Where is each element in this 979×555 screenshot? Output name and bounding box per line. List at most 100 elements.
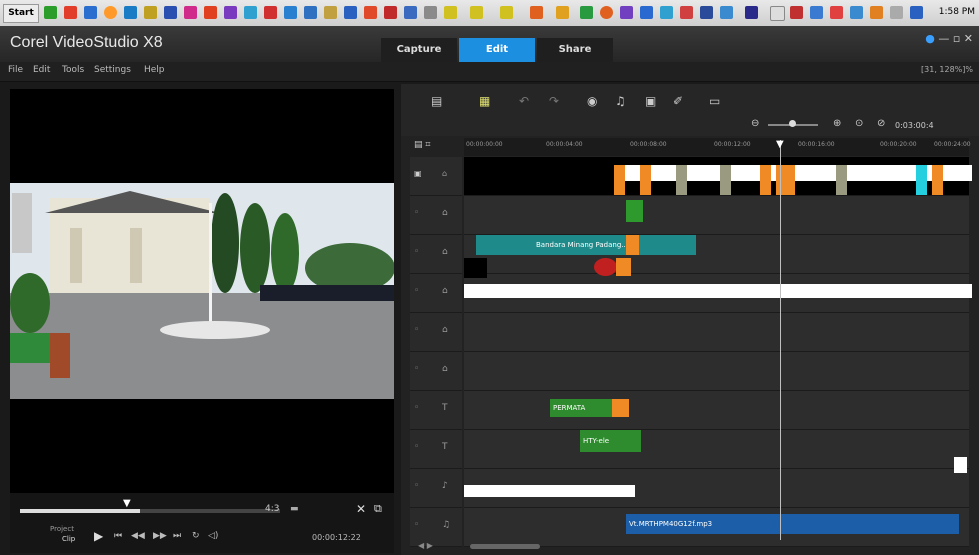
app-icon[interactable] — [850, 6, 863, 19]
app-icon[interactable] — [580, 6, 593, 19]
track-header-overlay[interactable]: ◦ ⌂ — [410, 196, 462, 235]
track-header-overlay[interactable]: ◦ ⌂ — [410, 352, 462, 391]
transition-marker[interactable] — [612, 399, 629, 417]
app-icon[interactable] — [810, 6, 823, 19]
app-icon[interactable] — [44, 6, 57, 19]
app-icon[interactable] — [700, 6, 713, 19]
repeat-icon[interactable]: ↻ — [192, 531, 200, 541]
app-icon[interactable] — [224, 6, 237, 19]
menu-edit[interactable]: Edit — [33, 65, 50, 75]
app-icon[interactable] — [470, 6, 483, 19]
track-manager-icon[interactable]: ▤ ⌗ — [414, 140, 430, 150]
minimize-icon[interactable]: — — [938, 32, 949, 45]
play-icon[interactable]: ▶ — [94, 529, 103, 543]
subtitle-editor-icon[interactable]: ▭ — [709, 94, 720, 108]
menu-help[interactable]: Help — [144, 65, 165, 75]
app-icon[interactable] — [770, 6, 785, 21]
app-icon[interactable] — [680, 6, 693, 19]
transition-marker[interactable] — [916, 165, 927, 195]
close-icon[interactable]: ✕ — [964, 32, 973, 45]
app-icon[interactable] — [304, 6, 317, 19]
app-icon[interactable] — [830, 6, 843, 19]
app-icon[interactable] — [264, 6, 277, 19]
transition-marker[interactable] — [614, 165, 625, 195]
overlay-clip[interactable] — [626, 200, 643, 222]
app-icon[interactable] — [104, 6, 117, 19]
app-icon[interactable] — [204, 6, 217, 19]
app-icon[interactable] — [184, 6, 197, 19]
help-icon[interactable]: ● — [925, 32, 935, 45]
playhead-marker[interactable]: ▼ — [776, 139, 784, 150]
menu-settings[interactable]: Settings — [94, 65, 131, 75]
sound-mixer-icon[interactable]: ♫ — [615, 94, 626, 108]
track-header-title[interactable]: ◦ T — [410, 430, 462, 469]
app-icon[interactable] — [600, 6, 613, 19]
time-ruler[interactable]: 00:00:00:00 00:00:04:00 00:00:08:00 00:0… — [464, 138, 971, 156]
project-duration[interactable]: 0:03:00:4 — [895, 121, 934, 130]
track-header-title[interactable]: ◦ T — [410, 391, 462, 430]
scrubber-handle[interactable]: ▼ — [123, 498, 131, 509]
previous-frame-icon[interactable]: ◀◀ — [131, 531, 145, 541]
transition-marker[interactable] — [676, 165, 687, 195]
app-icon[interactable] — [790, 6, 803, 19]
menu-tools[interactable]: Tools — [62, 65, 84, 75]
clock-icon[interactable]: ⊘ — [877, 118, 885, 129]
title-clip[interactable]: Bandara Minang Padang... — [476, 235, 696, 255]
app-icon[interactable] — [384, 6, 397, 19]
title-track-2[interactable]: HTY-ele — [464, 430, 969, 469]
visibility-icon[interactable]: ◦ — [414, 364, 419, 374]
music-track[interactable]: Vt.MRTHPM40G12f.mp3 — [464, 508, 969, 547]
overlay-track-1[interactable] — [464, 196, 969, 235]
title-track-1[interactable]: PERMATA — [464, 391, 969, 430]
app-icon[interactable] — [870, 6, 883, 19]
fit-project-icon[interactable]: ⊙ — [855, 118, 863, 129]
zoom-in-icon[interactable]: ⊕ — [833, 118, 841, 129]
transition-marker[interactable] — [836, 165, 847, 195]
timeline-scrollbar[interactable] — [470, 544, 540, 549]
app-icon[interactable] — [64, 6, 77, 19]
maximize-icon[interactable]: ▫ — [953, 32, 960, 45]
home-icon[interactable]: ⏮ — [114, 531, 122, 541]
transition-marker[interactable] — [720, 165, 731, 195]
overlay-thumb[interactable] — [464, 258, 487, 278]
start-button[interactable]: Start — [3, 4, 39, 23]
overlay-track-2[interactable]: Bandara Minang Padang... — [464, 235, 969, 274]
app-icon[interactable] — [84, 6, 97, 19]
app-icon[interactable] — [344, 6, 357, 19]
tab-capture[interactable]: Capture — [381, 38, 457, 62]
voice-track[interactable] — [464, 457, 969, 508]
track-header-overlay[interactable]: ◦ ⌂ — [410, 274, 462, 313]
project-label[interactable]: Project — [50, 525, 74, 533]
visibility-icon[interactable]: ◦ — [414, 481, 419, 491]
auto-music-icon[interactable]: ▣ — [645, 94, 656, 108]
app-icon[interactable] — [620, 6, 633, 19]
transition-marker[interactable] — [626, 235, 639, 255]
visibility-icon[interactable]: ◦ — [414, 442, 419, 452]
scrub-bar[interactable] — [20, 509, 140, 513]
app-icon[interactable] — [364, 6, 377, 19]
app-icon[interactable] — [124, 6, 137, 19]
next-frame-icon[interactable]: ▶▶ — [153, 531, 167, 541]
clip-label[interactable]: Clip — [62, 535, 75, 543]
playhead-line[interactable] — [780, 140, 781, 540]
app-icon[interactable] — [500, 6, 513, 19]
speaker-icon[interactable]: ◁) — [208, 531, 218, 541]
track-header-overlay[interactable]: ◦ ⌂ — [410, 313, 462, 352]
transition-marker[interactable] — [616, 258, 631, 276]
overlay-track-5[interactable] — [464, 352, 969, 391]
app-icon[interactable] — [144, 6, 157, 19]
app-icon[interactable] — [910, 6, 923, 19]
visibility-icon[interactable]: ◦ — [414, 520, 419, 530]
undo-icon[interactable]: ↶ — [519, 94, 529, 108]
visibility-icon[interactable]: ◦ — [414, 286, 419, 296]
title-clip-hty[interactable]: HTY-ele — [580, 430, 641, 452]
app-icon[interactable] — [444, 6, 457, 19]
menu-file[interactable]: File — [8, 65, 23, 75]
motion-tracking-icon[interactable]: ✐ — [673, 94, 683, 108]
tab-edit[interactable]: Edit — [459, 38, 535, 62]
track-header-video[interactable]: ▣ ⌂ — [410, 157, 462, 196]
video-track[interactable] — [464, 157, 972, 196]
zoom-slider-handle[interactable] — [789, 120, 796, 127]
app-icon[interactable] — [164, 6, 177, 19]
transition-marker[interactable] — [776, 165, 795, 195]
